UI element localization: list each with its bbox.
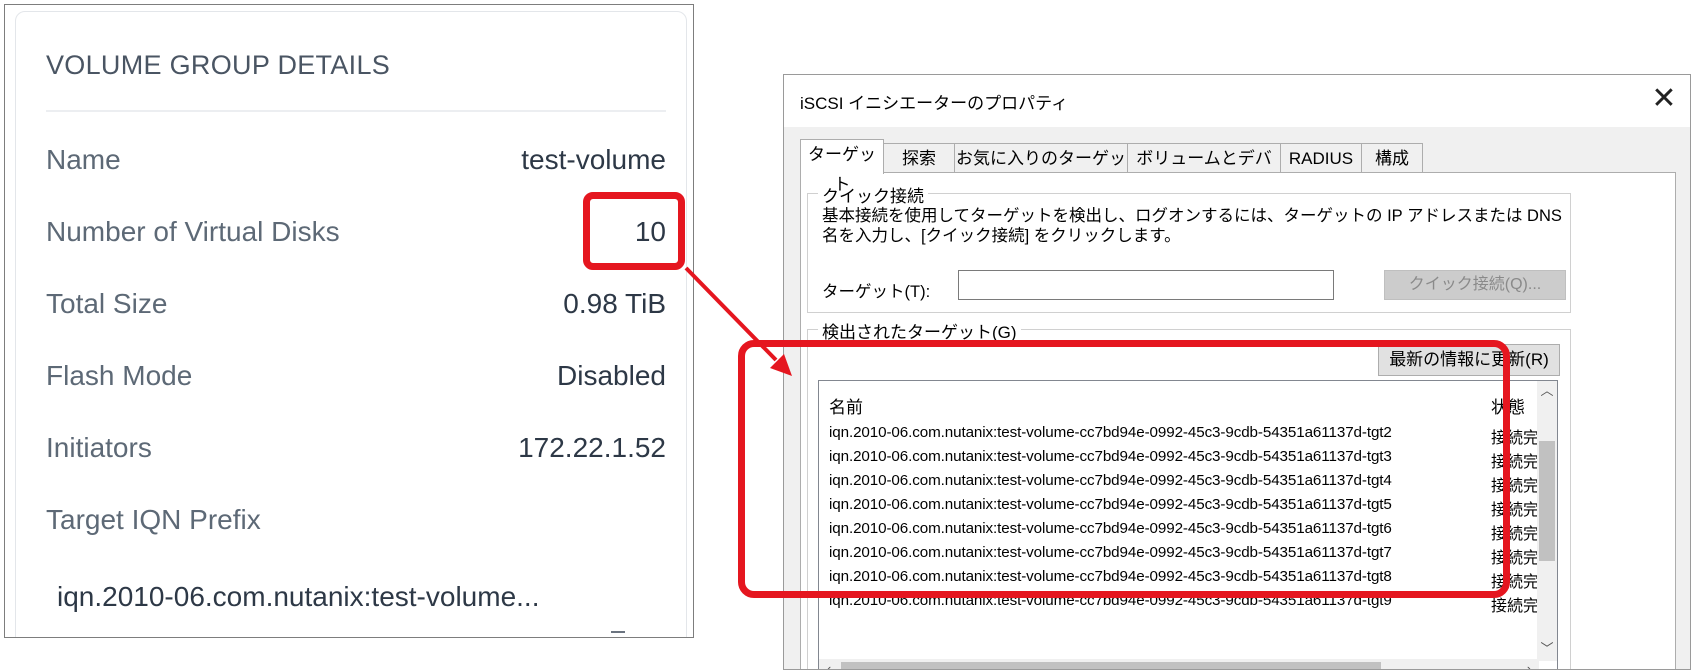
target-field-label: ターゲット(T): xyxy=(822,283,931,301)
dialog-titlebar: iSCSI イニシエーターのプロパティ ✕ xyxy=(784,75,1690,127)
detail-label: Name xyxy=(46,144,121,175)
cut-off-glyph xyxy=(611,631,625,633)
detail-row-name: Name test-volume xyxy=(46,144,666,184)
quick-connect-description: 基本接続を使用してターゲットを検出し、ログオンするには、ターゲットの IP アド… xyxy=(822,207,1562,245)
volume-group-panel: VOLUME GROUP DETAILS Name test-volume Nu… xyxy=(4,4,694,638)
tab-favorite-targets[interactable]: お気に入りのターゲット xyxy=(954,143,1128,198)
scroll-left-icon[interactable]: ‹ xyxy=(819,659,839,669)
horizontal-scrollbar[interactable]: ‹ › xyxy=(819,659,1539,669)
scroll-up-icon[interactable]: ︿ xyxy=(1537,381,1557,401)
tab-discovery[interactable]: 探索 xyxy=(883,143,955,173)
detail-row-total-size: Total Size 0.98 TiB xyxy=(46,288,666,328)
volume-group-title: VOLUME GROUP DETAILS xyxy=(46,50,391,80)
detail-row-flash-mode: Flash Mode Disabled xyxy=(46,360,666,400)
detail-value: 0.98 TiB xyxy=(563,288,666,319)
target-input[interactable] xyxy=(958,270,1334,300)
detail-row-virtual-disks: Number of Virtual Disks 10 xyxy=(46,216,666,256)
detail-label: Total Size xyxy=(46,288,168,319)
highlight-box-virtual-disks xyxy=(583,192,685,270)
vertical-scroll-thumb[interactable] xyxy=(1539,441,1555,561)
tab-radius[interactable]: RADIUS xyxy=(1280,143,1362,173)
dialog-title: iSCSI イニシエーターのプロパティ xyxy=(800,94,1069,113)
quick-connect-button[interactable]: クイック接続(Q)... xyxy=(1384,270,1566,300)
tab-volumes-devices[interactable]: ボリュームとデバイス xyxy=(1127,143,1281,198)
detail-label: Number of Virtual Disks xyxy=(46,216,340,247)
detail-row-initiators: Initiators 172.22.1.52 xyxy=(46,432,666,472)
detail-value: 172.22.1.52 xyxy=(518,432,666,463)
horizontal-scroll-thumb[interactable] xyxy=(841,662,1381,669)
detail-value: Disabled xyxy=(557,360,666,391)
highlight-box-discovered-targets xyxy=(738,340,1510,598)
detail-row-target-iqn: Target IQN Prefix xyxy=(46,504,666,544)
vertical-scrollbar[interactable]: ︿ ﹀ xyxy=(1537,381,1557,661)
detail-label: Initiators xyxy=(46,432,152,463)
detail-label: Target IQN Prefix xyxy=(46,504,261,535)
close-icon[interactable]: ✕ xyxy=(1646,81,1682,117)
volume-group-card: VOLUME GROUP DETAILS Name test-volume Nu… xyxy=(15,11,687,637)
tab-targets[interactable]: ターゲット xyxy=(800,139,884,194)
detail-value: test-volume xyxy=(521,144,666,175)
title-divider xyxy=(46,110,666,112)
scroll-down-icon[interactable]: ﹀ xyxy=(1537,639,1557,659)
scroll-right-icon[interactable]: › xyxy=(1519,659,1539,669)
target-iqn-value: iqn.2010-06.com.nutanix:test-volume... xyxy=(57,581,540,612)
quick-connect-group: クイック接続 基本接続を使用してターゲットを検出し、ログオンするには、ターゲット… xyxy=(807,182,1571,313)
tab-configuration[interactable]: 構成 xyxy=(1361,143,1423,173)
detail-label: Flash Mode xyxy=(46,360,193,391)
